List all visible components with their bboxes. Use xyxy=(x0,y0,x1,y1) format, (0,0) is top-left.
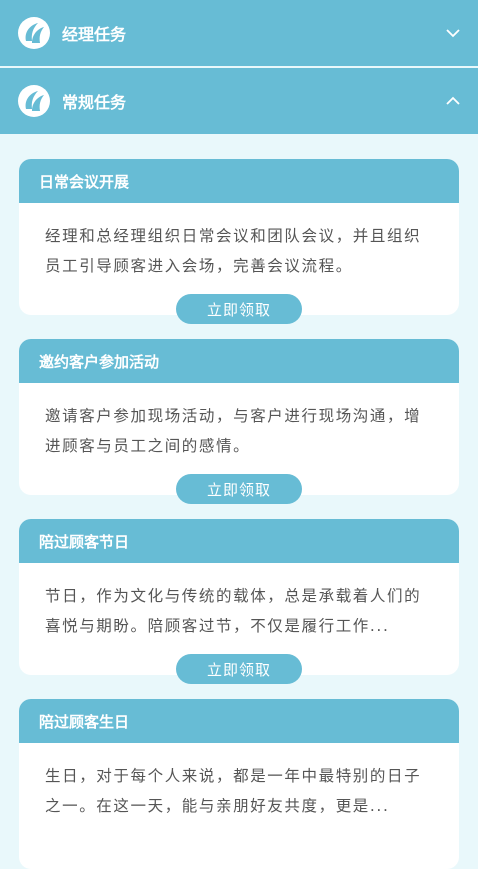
task-title: 陪过顾客生日 xyxy=(19,699,459,743)
task-description: 经理和总经理组织日常会议和团队会议，并且组织员工引导顾客进入会场，完善会议流程。 xyxy=(45,227,422,275)
claim-button[interactable]: 立即领取 xyxy=(176,474,302,504)
task-title: 陪过顾客节日 xyxy=(19,519,459,563)
task-card: 邀约客户参加活动 邀请客户参加现场活动，与客户进行现场沟通，增进顾客与员工之间的… xyxy=(19,339,459,495)
chevron-up-icon[interactable] xyxy=(444,92,462,110)
leaf-logo-icon xyxy=(18,17,50,49)
task-card: 陪过顾客生日 生日，对于每个人来说，都是一年中最特别的日子之一。在这一天，能与亲… xyxy=(19,699,459,869)
task-description: 节日，作为文化与传统的载体，总是承载着人们的喜悦与期盼。陪顾客过节，不仅是履行工… xyxy=(45,587,422,635)
task-description: 生日，对于每个人来说，都是一年中最特别的日子之一。在这一天，能与亲朋好友共度，更… xyxy=(45,767,422,815)
chevron-down-icon[interactable] xyxy=(444,24,462,42)
section-header-regular-tasks[interactable]: 常规任务 xyxy=(0,68,478,134)
task-title: 日常会议开展 xyxy=(19,159,459,203)
section-title: 经理任务 xyxy=(62,25,127,44)
task-card: 日常会议开展 经理和总经理组织日常会议和团队会议，并且组织员工引导顾客进入会场，… xyxy=(19,159,459,315)
task-title: 邀约客户参加活动 xyxy=(19,339,459,383)
claim-button[interactable]: 立即领取 xyxy=(176,294,302,324)
section-title: 常规任务 xyxy=(62,93,127,112)
leaf-logo-icon xyxy=(18,85,50,117)
task-card: 陪过顾客节日 节日，作为文化与传统的载体，总是承载着人们的喜悦与期盼。陪顾客过节… xyxy=(19,519,459,675)
task-description: 邀请客户参加现场活动，与客户进行现场沟通，增进顾客与员工之间的感情。 xyxy=(45,407,422,455)
section-header-manager-tasks[interactable]: 经理任务 xyxy=(0,0,478,66)
claim-button[interactable]: 立即领取 xyxy=(176,654,302,684)
